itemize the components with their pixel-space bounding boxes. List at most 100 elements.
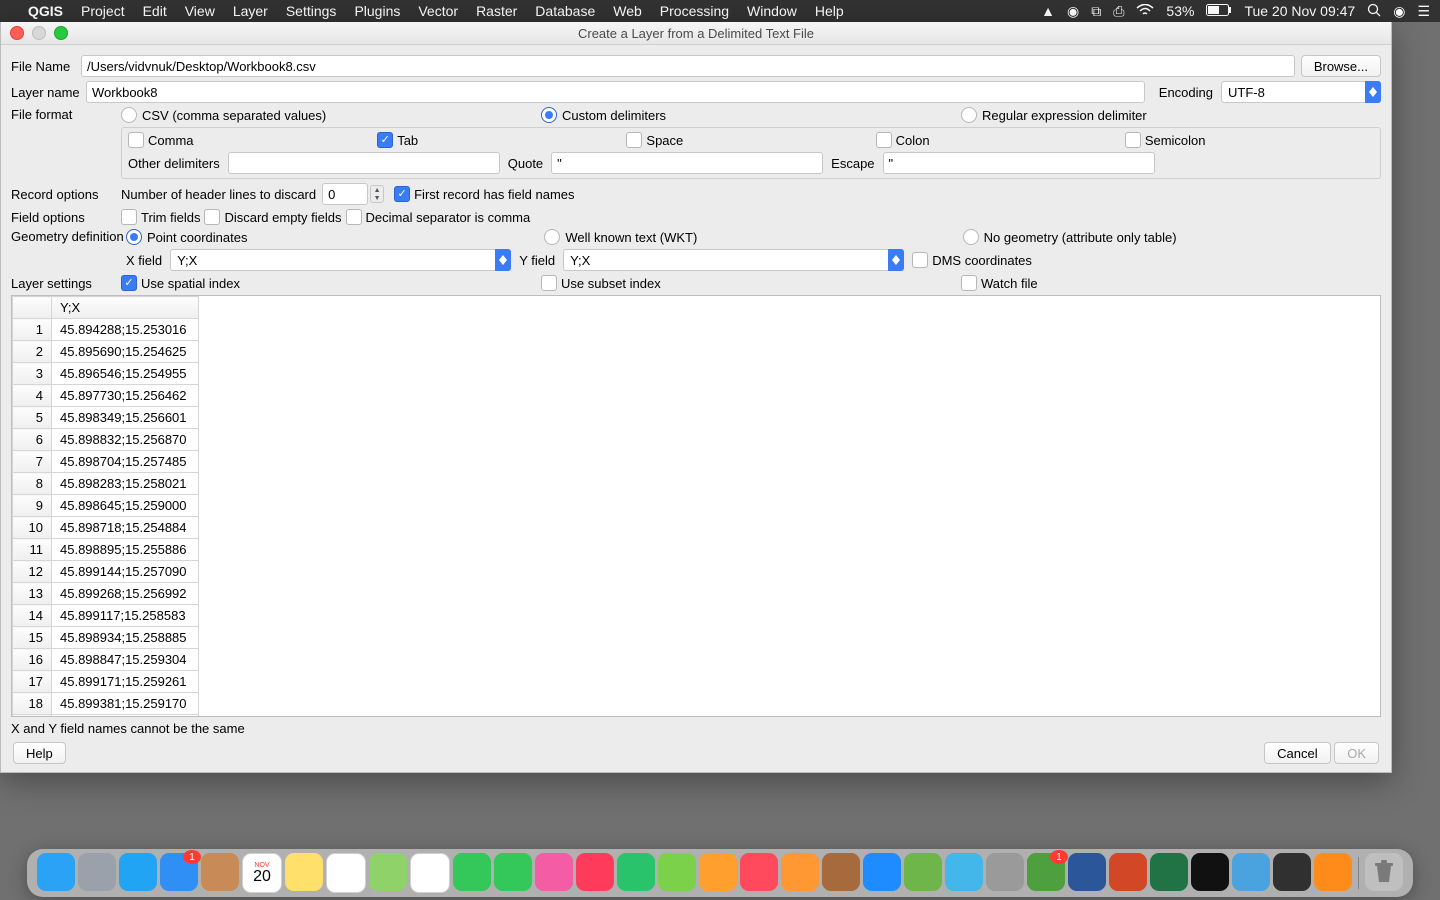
- table-row[interactable]: 145.894288;15.253016: [13, 319, 199, 341]
- menu-web[interactable]: Web: [613, 3, 642, 19]
- browse-button[interactable]: Browse...: [1301, 55, 1381, 77]
- menu-database[interactable]: Database: [535, 3, 595, 19]
- printer-icon[interactable]: ⎙: [1113, 3, 1124, 20]
- dock-trash[interactable]: [1365, 853, 1403, 891]
- table-row[interactable]: 545.898349;15.256601: [13, 407, 199, 429]
- table-row[interactable]: 1145.898895;15.255886: [13, 539, 199, 561]
- geom-point-radio[interactable]: Point coordinates: [126, 229, 544, 245]
- table-row[interactable]: 1645.898847;15.259304: [13, 649, 199, 671]
- dock[interactable]: 1 NOV20 1: [27, 849, 1413, 897]
- battery-icon[interactable]: [1206, 3, 1232, 19]
- cancel-button[interactable]: Cancel: [1264, 742, 1330, 764]
- dock-app1[interactable]: 1: [1027, 853, 1065, 891]
- dock-vlc[interactable]: [1314, 853, 1352, 891]
- dock-word[interactable]: [1068, 853, 1106, 891]
- dock-skype[interactable]: [945, 853, 983, 891]
- notification-icon[interactable]: ☰: [1417, 3, 1430, 20]
- table-row[interactable]: 1845.899381;15.259170: [13, 693, 199, 715]
- table-row[interactable]: 1745.899171;15.259261: [13, 671, 199, 693]
- menu-view[interactable]: View: [185, 3, 215, 19]
- dock-photobooth[interactable]: [822, 853, 860, 891]
- xfield-select[interactable]: Y;X: [170, 249, 511, 271]
- menu-processing[interactable]: Processing: [660, 3, 729, 19]
- delim-space-check[interactable]: Space: [626, 132, 875, 148]
- dock-calendar[interactable]: NOV20: [242, 853, 282, 893]
- table-row[interactable]: 1045.898718;15.254884: [13, 517, 199, 539]
- menu-edit[interactable]: Edit: [143, 3, 167, 19]
- delim-tab-check[interactable]: Tab: [377, 132, 626, 148]
- titlebar[interactable]: Create a Layer from a Delimited Text Fil…: [1, 22, 1391, 45]
- dock-facetime[interactable]: [494, 853, 532, 891]
- siri-icon[interactable]: ◉: [1393, 3, 1405, 20]
- geom-none-radio[interactable]: No geometry (attribute only table): [963, 229, 1381, 245]
- dock-photos[interactable]: [410, 853, 450, 893]
- table-row[interactable]: 945.898645;15.259000: [13, 495, 199, 517]
- cloud-icon[interactable]: ◉: [1067, 3, 1079, 20]
- watch-file-check[interactable]: Watch file: [961, 275, 1381, 291]
- discard-empty-check[interactable]: Discard empty fields: [204, 209, 341, 225]
- dock-utorrent[interactable]: [658, 853, 696, 891]
- encoding-select[interactable]: UTF-8: [1221, 81, 1381, 103]
- dock-app2[interactable]: [1191, 853, 1229, 891]
- table-row[interactable]: 1945.899542;15.259756: [13, 715, 199, 718]
- dock-itunes[interactable]: [535, 853, 573, 891]
- menu-raster[interactable]: Raster: [476, 3, 517, 19]
- table-row[interactable]: 1345.899268;15.256992: [13, 583, 199, 605]
- menu-window[interactable]: Window: [747, 3, 797, 19]
- other-delim-input[interactable]: [228, 152, 500, 174]
- format-custom-radio[interactable]: Custom delimiters: [541, 107, 961, 123]
- header-lines-stepper[interactable]: ▲▼: [322, 183, 384, 205]
- menu-layer[interactable]: Layer: [233, 3, 268, 19]
- dock-numbers[interactable]: [617, 853, 655, 891]
- dock-ibooks[interactable]: [781, 853, 819, 891]
- yfield-select[interactable]: Y;X: [563, 249, 904, 271]
- dock-launchpad[interactable]: [78, 853, 116, 891]
- dock-finder[interactable]: [37, 853, 75, 891]
- table-row[interactable]: 445.897730;15.256462: [13, 385, 199, 407]
- quote-input[interactable]: [551, 152, 823, 174]
- trim-fields-check[interactable]: Trim fields: [121, 209, 200, 225]
- dock-contacts[interactable]: [201, 853, 239, 891]
- table-row[interactable]: 1445.899117;15.258583: [13, 605, 199, 627]
- menu-settings[interactable]: Settings: [286, 3, 337, 19]
- dock-powerpoint[interactable]: [1109, 853, 1147, 891]
- col-header-yx[interactable]: Y;X: [52, 297, 199, 319]
- layer-name-input[interactable]: [86, 81, 1145, 103]
- escape-input[interactable]: [883, 152, 1155, 174]
- decimal-comma-check[interactable]: Decimal separator is comma: [346, 209, 531, 225]
- format-csv-radio[interactable]: CSV (comma separated values): [121, 107, 541, 123]
- table-row[interactable]: 845.898283;15.258021: [13, 473, 199, 495]
- dock-mail[interactable]: 1: [160, 853, 198, 891]
- menu-plugins[interactable]: Plugins: [354, 3, 400, 19]
- dms-check[interactable]: DMS coordinates: [912, 252, 1032, 268]
- clock[interactable]: Tue 20 Nov 09:47: [1244, 3, 1355, 19]
- table-row[interactable]: 345.896546;15.254955: [13, 363, 199, 385]
- app-menu[interactable]: QGIS: [28, 3, 63, 19]
- dock-news[interactable]: [576, 853, 614, 891]
- first-record-check[interactable]: First record has field names: [394, 186, 574, 202]
- table-row[interactable]: 245.895690;15.254625: [13, 341, 199, 363]
- menu-help[interactable]: Help: [815, 3, 844, 19]
- dock-safari[interactable]: [119, 853, 157, 891]
- subset-index-check[interactable]: Use subset index: [541, 275, 961, 291]
- dock-maps[interactable]: [369, 853, 407, 891]
- delim-colon-check[interactable]: Colon: [876, 132, 1125, 148]
- wifi-icon[interactable]: [1136, 3, 1154, 19]
- dock-appstore[interactable]: [863, 853, 901, 891]
- delim-comma-check[interactable]: Comma: [128, 132, 377, 148]
- preview-table[interactable]: Y;X 145.894288;15.253016245.895690;15.25…: [11, 295, 1381, 717]
- dock-notes[interactable]: [285, 853, 323, 891]
- table-row[interactable]: 745.898704;15.257485: [13, 451, 199, 473]
- dock-reminders[interactable]: [326, 853, 366, 893]
- geom-wkt-radio[interactable]: Well known text (WKT): [544, 229, 962, 245]
- dock-messages[interactable]: [453, 853, 491, 891]
- table-row[interactable]: 1545.898934;15.258885: [13, 627, 199, 649]
- spotlight-icon[interactable]: [1367, 3, 1381, 20]
- dock-preview[interactable]: [1232, 853, 1270, 891]
- dock-excel[interactable]: [1150, 853, 1188, 891]
- help-button[interactable]: Help: [13, 742, 66, 764]
- table-row[interactable]: 1245.899144;15.257090: [13, 561, 199, 583]
- dock-system[interactable]: [986, 853, 1024, 891]
- format-regex-radio[interactable]: Regular expression delimiter: [961, 107, 1381, 123]
- table-row[interactable]: 645.898832;15.256870: [13, 429, 199, 451]
